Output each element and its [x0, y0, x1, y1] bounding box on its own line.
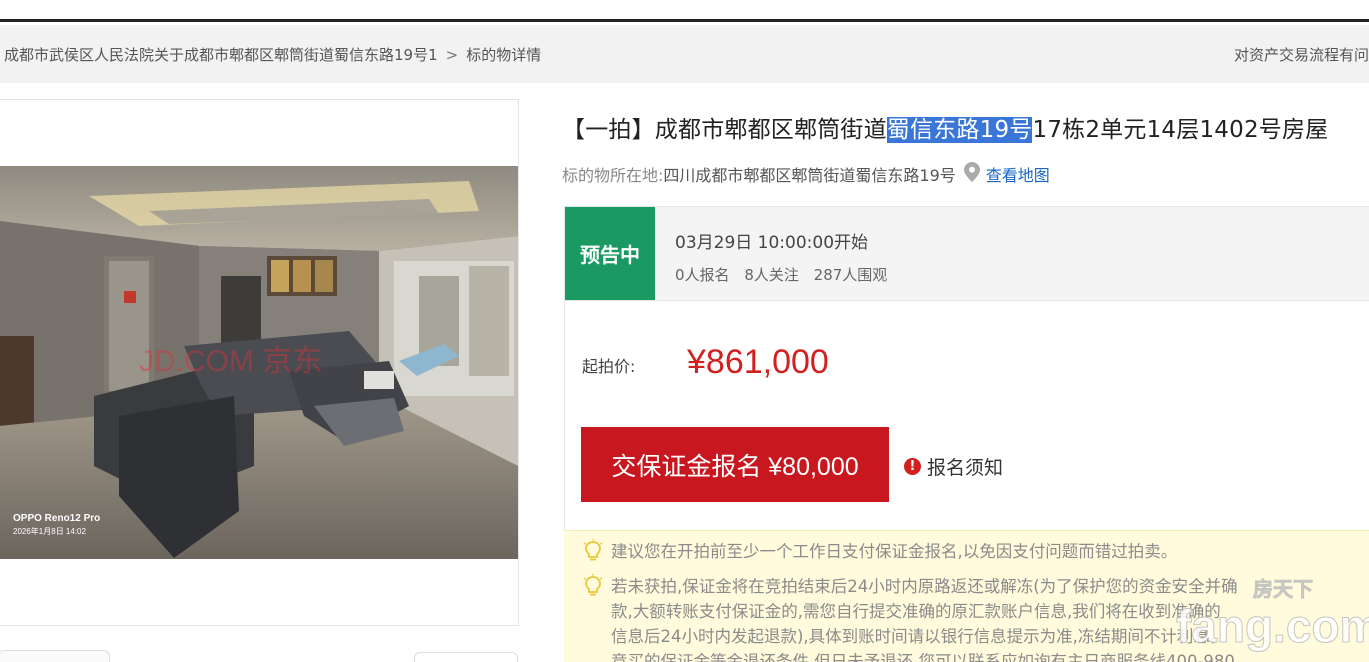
top-bar: [0, 0, 1369, 22]
starting-price-label: 起拍价:: [582, 357, 636, 376]
page-title: 【一拍】成都市郫都区郫筒街道蜀信东路19号17栋2单元14层1402号房屋: [562, 110, 1328, 144]
title-prefix: 【一拍】成都市郫都区郫筒街道: [562, 117, 887, 143]
breadcrumb: 成都市武侯区人民法院关于成都市郫都区郫筒街道蜀信东路19号1 > 标的物详情: [4, 44, 541, 65]
status-badge: 预告中: [565, 207, 655, 300]
breadcrumb-bar: 成都市武侯区人民法院关于成都市郫都区郫筒街道蜀信东路19号1 > 标的物详情 对资产…: [0, 25, 1369, 83]
map-pin-icon: [963, 162, 980, 186]
auction-stats: 0人报名 8人关注 287人围观: [675, 264, 897, 285]
viewer-count: 287人围观: [813, 266, 888, 284]
starting-price-value: ¥861,000: [687, 343, 829, 381]
item-location: 标的物所在地: 四川成都市郫都区郫筒街道蜀信东路19号 查看地图: [562, 162, 1050, 186]
process-help-link[interactable]: 对资产交易流程有问: [1234, 44, 1369, 65]
photo-gallery: JD.COM 京东 OPPO Reno12 Pro 2026年1月8日 14:0…: [0, 99, 519, 626]
lightbulb-icon: [582, 574, 604, 662]
view-map-link[interactable]: 查看地图: [986, 162, 1050, 186]
auction-start-time: 03月29日 10:00:00开始: [675, 233, 869, 253]
breadcrumb-separator: >: [445, 46, 459, 64]
auction-status-box: 预告中 03月29日 10:00:00开始 0人报名 8人关注 287人围观: [564, 206, 1369, 301]
tip-item: 建议您在开拍前至少一个工作日支付保证金报名,以免因支付问题而错过拍卖。: [582, 539, 1177, 570]
tip-text-1: 建议您在开拍前至少一个工作日支付保证金报名,以免因支付问题而错过拍卖。: [611, 542, 1178, 561]
breadcrumb-court-link[interactable]: 成都市武侯区人民法院关于成都市郫都区郫筒街道蜀信东路19号1: [4, 46, 438, 64]
follower-count: 8人关注: [744, 266, 799, 284]
photo-watermark: JD.COM 京东: [139, 345, 322, 378]
gallery-prev-thumb[interactable]: [0, 650, 110, 662]
camera-date: 2026年1月8日 14:02: [13, 526, 86, 536]
alert-icon: !: [904, 458, 921, 475]
registration-notice-label: 报名须知: [927, 457, 1004, 479]
breadcrumb-current: 标的物详情: [466, 46, 542, 64]
title-suffix: 17栋2单元14层1402号房屋: [1032, 117, 1329, 143]
location-value: 四川成都市郫都区郫筒街道蜀信东路19号: [663, 166, 956, 185]
registration-notice-link[interactable]: ! 报名须知: [904, 453, 1003, 480]
tip-text-2: 若未获拍,保证金将在竞拍结束后24小时内原路返还或解冻(为了保护您的资金安全并确…: [611, 577, 1238, 662]
pay-deposit-register-button[interactable]: 交保证金报名 ¥80,000: [581, 427, 889, 502]
title-highlight: 蜀信东路19号: [886, 117, 1033, 143]
location-label: 标的物所在地:: [562, 166, 664, 185]
tip-item: 若未获拍,保证金将在竞拍结束后24小时内原路返还或解冻(为了保护您的资金安全并确…: [582, 574, 1369, 662]
gallery-next-thumb[interactable]: [414, 652, 518, 662]
tips-panel: 建议您在开拍前至少一个工作日支付保证金报名,以免因支付问题而错过拍卖。 若未获拍…: [564, 530, 1369, 662]
lightbulb-icon: [582, 539, 604, 570]
camera-label: OPPO Reno12 Pro: [13, 513, 100, 524]
main-photo[interactable]: JD.COM 京东 OPPO Reno12 Pro 2026年1月8日 14:0…: [0, 166, 518, 559]
registered-count: 0人报名: [675, 266, 730, 284]
